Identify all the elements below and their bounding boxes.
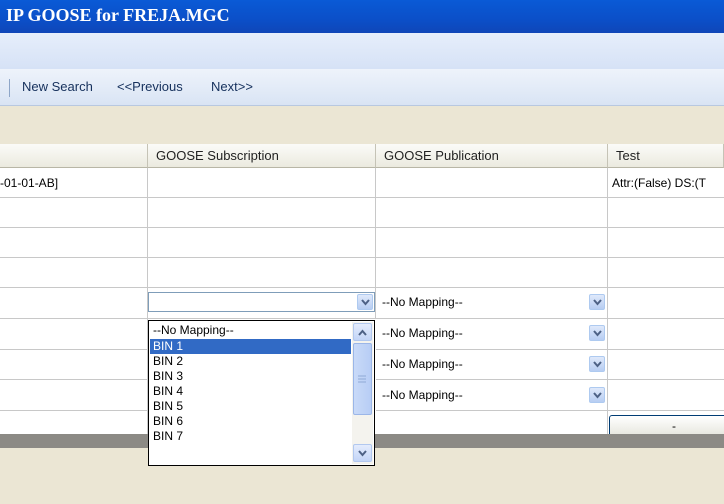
row6-test-cell[interactable] — [608, 319, 724, 350]
row2-name-cell[interactable] — [0, 198, 148, 228]
dropdown-option[interactable]: BIN 6 — [150, 414, 351, 429]
scroll-down-button[interactable] — [353, 444, 372, 462]
dropdown-option[interactable]: BIN 5 — [150, 399, 351, 414]
row4-publication-cell[interactable] — [376, 258, 608, 288]
publication-combo-3[interactable]: --No Mapping-- — [379, 355, 605, 375]
chevron-down-icon — [361, 299, 370, 306]
publication-combo-4[interactable]: --No Mapping-- — [379, 386, 605, 406]
publication-combo-2-value: --No Mapping-- — [382, 326, 463, 340]
dropdown-option[interactable]: BIN 2 — [150, 354, 351, 369]
chevron-down-icon — [593, 299, 602, 306]
new-search-link[interactable]: New Search — [22, 79, 93, 94]
chevron-up-icon — [358, 329, 367, 336]
publication-dropdown-button-2[interactable] — [589, 325, 605, 341]
row2-publication-cell[interactable] — [376, 198, 608, 228]
publication-combo-1-value: --No Mapping-- — [382, 295, 463, 309]
column-header-goose-subscription[interactable]: GOOSE Subscription — [148, 144, 376, 168]
column-header-goose-publication[interactable]: GOOSE Publication — [376, 144, 608, 168]
dropdown-option[interactable]: --No Mapping-- — [150, 323, 351, 338]
next-link[interactable]: Next>> — [211, 79, 253, 94]
chevron-down-icon — [358, 450, 367, 457]
filter-band — [0, 106, 724, 144]
toolbar-separator — [9, 79, 10, 97]
row9-name-cell[interactable] — [0, 411, 148, 434]
row4-name-cell[interactable] — [0, 258, 148, 288]
publication-combo-4-value: --No Mapping-- — [382, 388, 463, 402]
subscription-combo[interactable] — [148, 292, 375, 312]
column-header-name[interactable] — [0, 144, 148, 168]
scroll-grip-icon — [358, 375, 366, 383]
dropdown-option[interactable]: BIN 4 — [150, 384, 351, 399]
chevron-down-icon — [593, 392, 602, 399]
row7-test-cell[interactable] — [608, 350, 724, 380]
previous-link[interactable]: <<Previous — [117, 79, 183, 94]
publication-combo-1[interactable]: --No Mapping-- — [379, 293, 605, 313]
scroll-up-button[interactable] — [353, 323, 372, 341]
column-header-test[interactable]: Test — [608, 144, 724, 168]
dropdown-option-selected[interactable]: BIN 1 — [150, 339, 351, 354]
row3-subscription-cell[interactable] — [148, 228, 376, 258]
subscription-dropdown-list[interactable]: --No Mapping-- BIN 1 BIN 2 BIN 3 BIN 4 B… — [148, 320, 375, 466]
row3-test-cell[interactable] — [608, 228, 724, 258]
dropdown-scrollbar[interactable] — [352, 322, 373, 464]
row1-subscription-cell[interactable] — [148, 168, 376, 198]
row9-publication-cell[interactable] — [376, 411, 608, 434]
chevron-down-icon — [593, 330, 602, 337]
header-band — [0, 33, 724, 69]
publication-dropdown-button-4[interactable] — [589, 387, 605, 403]
row8-name-cell[interactable] — [0, 380, 148, 411]
row4-subscription-cell[interactable] — [148, 258, 376, 288]
row5-name-cell[interactable] — [0, 288, 148, 319]
row4-test-cell[interactable] — [608, 258, 724, 288]
subscription-dropdown-button[interactable] — [357, 294, 373, 310]
row1-test-cell[interactable]: Attr:(False) DS:(T — [608, 168, 724, 198]
publication-dropdown-button-3[interactable] — [589, 356, 605, 372]
navigation-toolbar: New Search <<Previous Next>> — [0, 69, 724, 106]
row5-test-cell[interactable] — [608, 288, 724, 319]
row6-name-cell[interactable] — [0, 319, 148, 350]
row3-publication-cell[interactable] — [376, 228, 608, 258]
publication-combo-2[interactable]: --No Mapping-- — [379, 324, 605, 344]
row7-name-cell[interactable] — [0, 350, 148, 380]
window-title: IP GOOSE for FREJA.MGC — [0, 0, 724, 33]
row8-test-cell[interactable] — [608, 380, 724, 411]
row2-subscription-cell[interactable] — [148, 198, 376, 228]
publication-combo-3-value: --No Mapping-- — [382, 357, 463, 371]
row1-publication-cell[interactable] — [376, 168, 608, 198]
dropdown-option[interactable]: BIN 3 — [150, 369, 351, 384]
publication-dropdown-button-1[interactable] — [589, 294, 605, 310]
chevron-down-icon — [593, 361, 602, 368]
dropdown-option[interactable]: BIN 7 — [150, 429, 351, 444]
row3-name-cell[interactable] — [0, 228, 148, 258]
row2-test-cell[interactable] — [608, 198, 724, 228]
scroll-thumb[interactable] — [353, 343, 372, 415]
row1-name-cell[interactable]: -01-01-AB] — [0, 168, 148, 198]
